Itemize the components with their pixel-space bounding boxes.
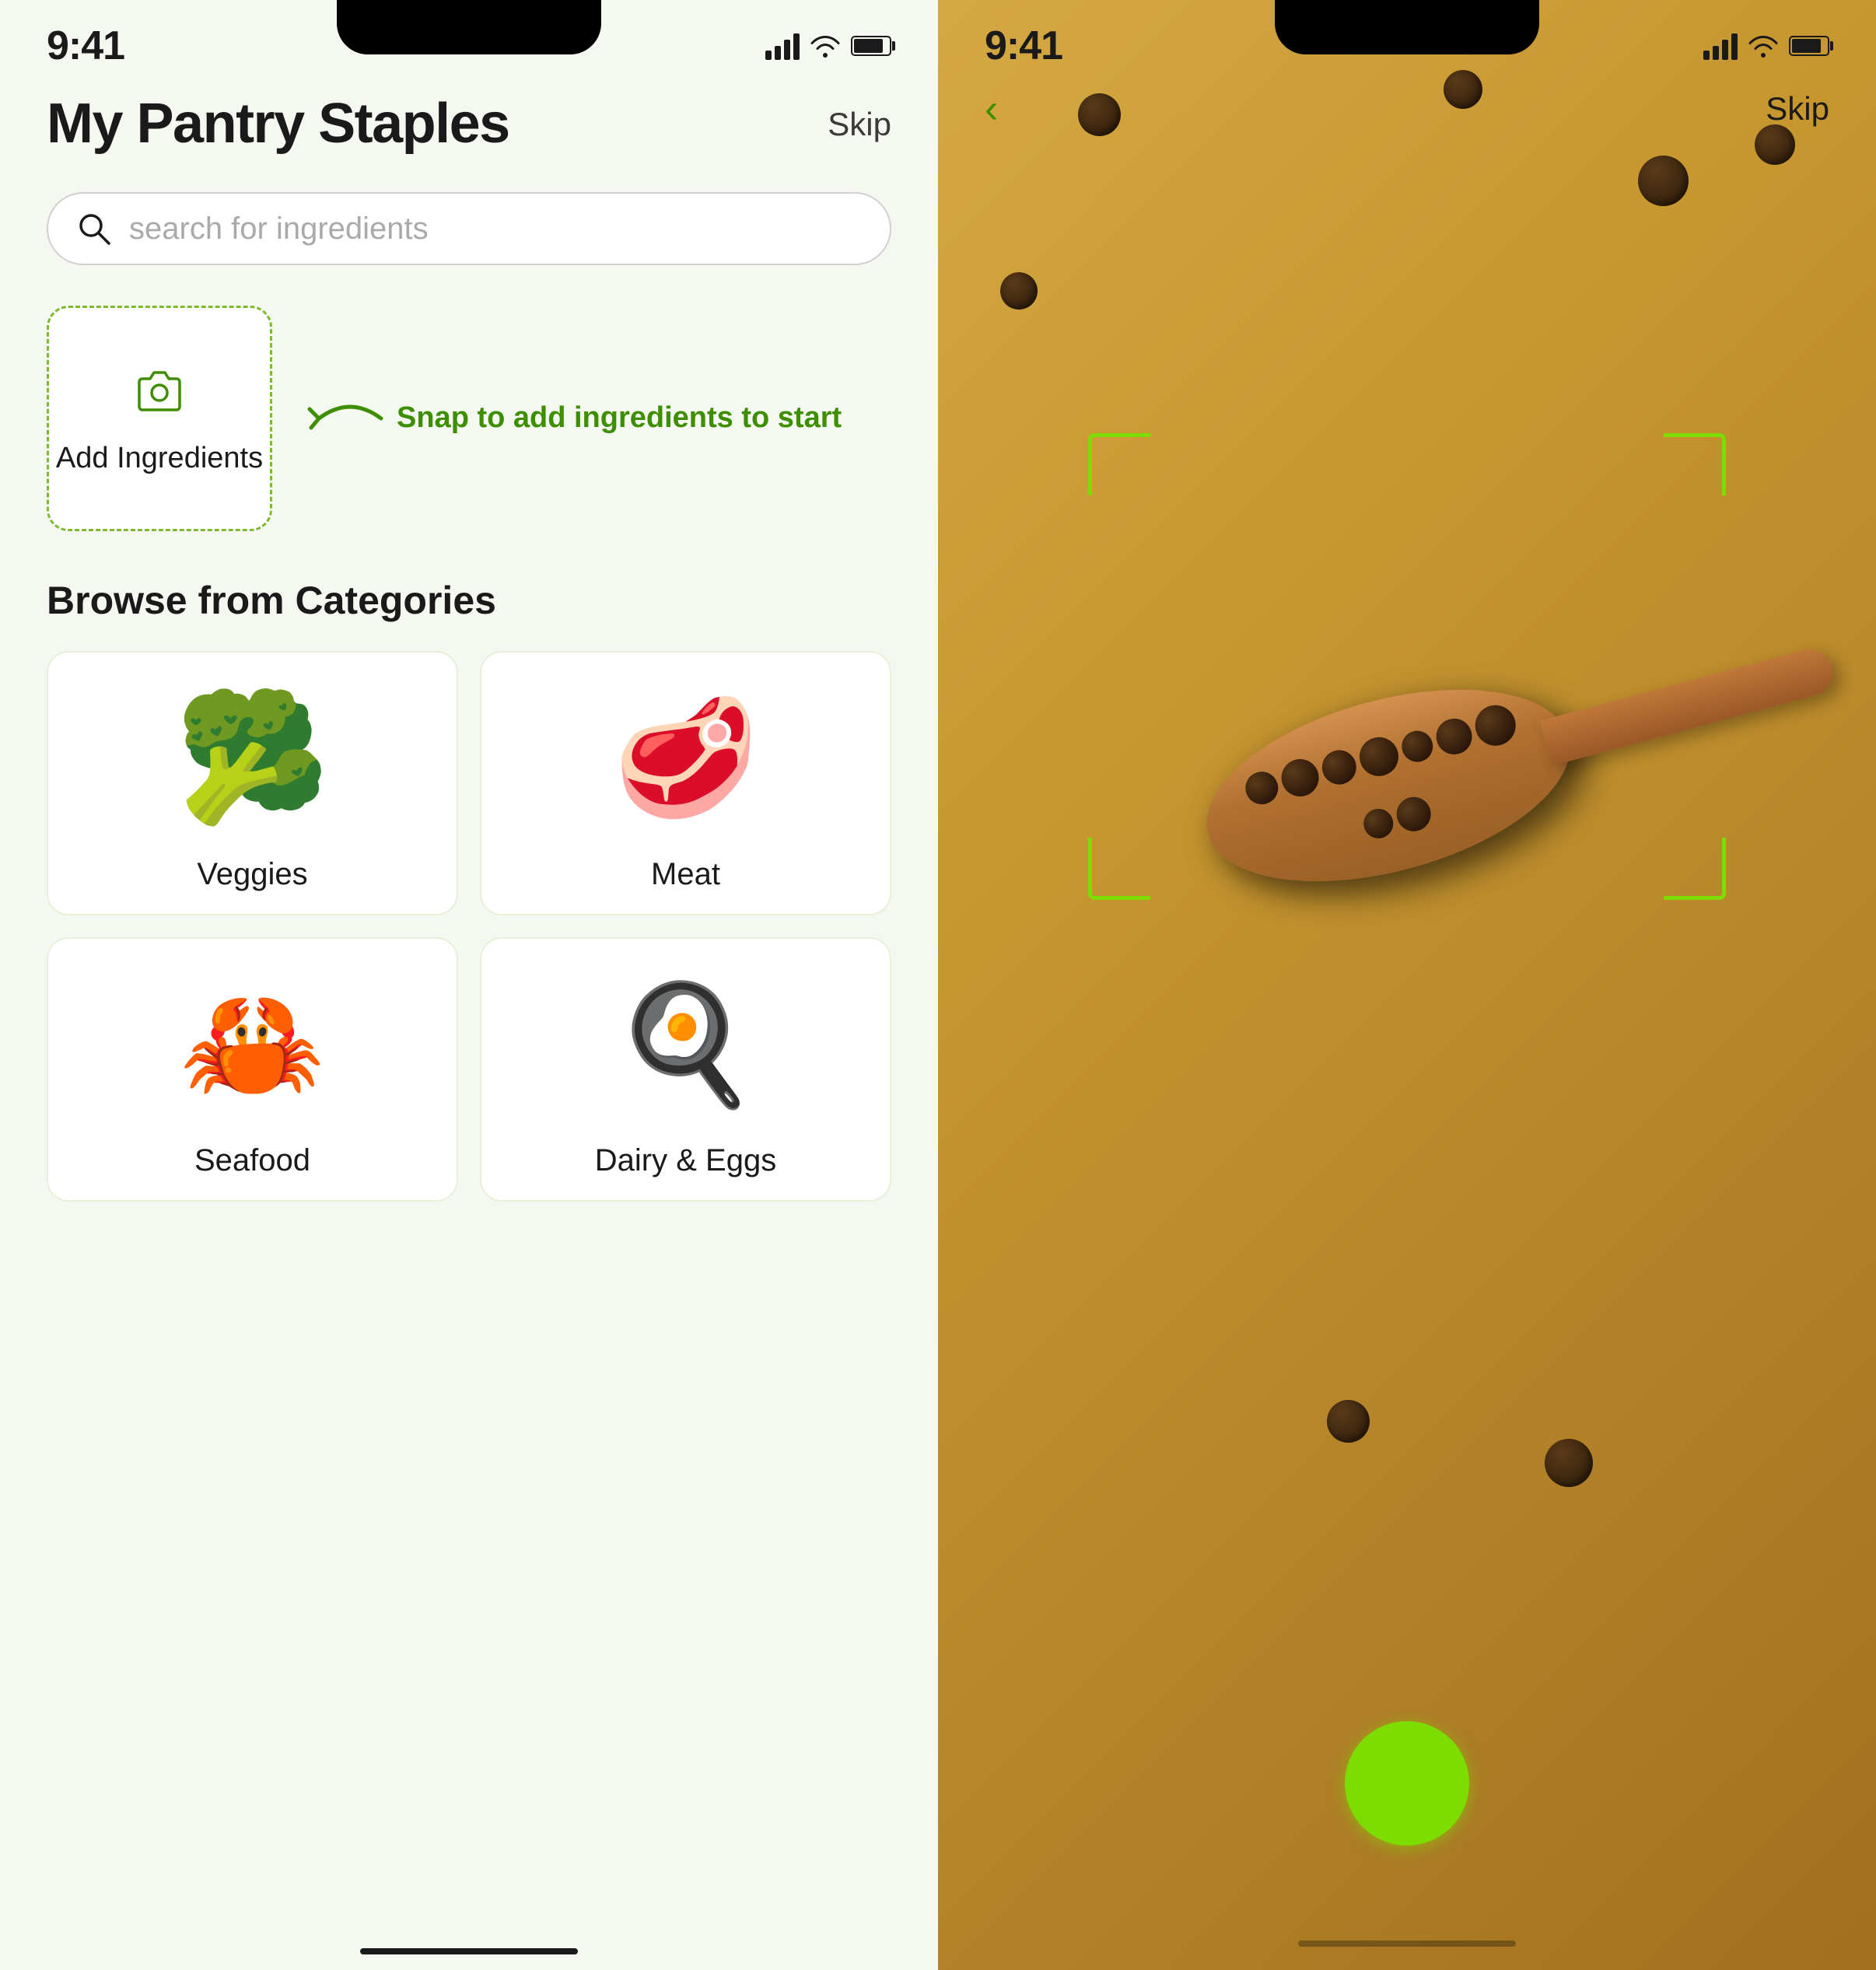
category-label-veggies: Veggies [197, 857, 307, 892]
viewfinder [1088, 433, 1726, 900]
category-veggies[interactable]: 🥦 Veggies [47, 651, 458, 915]
skip-button[interactable]: Skip [828, 106, 891, 143]
pepper-4 [1000, 272, 1038, 310]
left-content: My Pantry Staples Skip search for ingred… [0, 70, 938, 1933]
status-icons-left [765, 32, 891, 60]
right-nav: ‹ Skip [938, 70, 1876, 148]
notch-left [337, 0, 601, 54]
right-phone: 9:41 ‹ Skip [938, 0, 1876, 1970]
left-phone: 9:41 My Pantry Staples Skip [0, 0, 938, 1970]
veggies-icon: 🥦 [175, 671, 330, 843]
browse-section: Browse from Categories 🥦 Veggies 🥩 Meat [47, 578, 891, 1202]
category-label-seafood: Seafood [194, 1143, 310, 1178]
page-title: My Pantry Staples [47, 93, 509, 155]
wifi-icon-right [1748, 34, 1778, 58]
wifi-icon [810, 34, 840, 58]
viewfinder-corner-br [1664, 838, 1726, 900]
category-meat[interactable]: 🥩 Meat [480, 651, 891, 915]
notch-right [1275, 0, 1539, 54]
snap-text: Snap to add ingredients to start [397, 399, 842, 437]
time-right: 9:41 [985, 23, 1062, 69]
category-dairy[interactable]: 🍳 Dairy & Eggs [480, 937, 891, 1202]
viewfinder-corner-bl [1088, 838, 1150, 900]
status-icons-right [1703, 32, 1829, 60]
home-indicator-left [360, 1948, 578, 1954]
browse-title: Browse from Categories [47, 578, 891, 623]
camera-icon [128, 362, 191, 428]
categories-grid: 🥦 Veggies 🥩 Meat 🦀 Seafood [47, 651, 891, 1202]
category-label-meat: Meat [651, 857, 720, 892]
search-icon [76, 211, 112, 247]
add-ingredients-card[interactable]: Add Ingredients [47, 306, 272, 531]
signal-icon [765, 32, 800, 60]
viewfinder-corner-tl [1088, 433, 1150, 495]
home-indicator-right [1298, 1940, 1516, 1947]
pepper-7 [1545, 1439, 1593, 1487]
right-skip-button[interactable]: Skip [1766, 90, 1829, 128]
search-bar[interactable]: search for ingredients [47, 192, 891, 265]
battery-icon-right [1789, 36, 1829, 56]
dairy-icon: 🍳 [613, 957, 758, 1129]
pepper-6 [1327, 1400, 1370, 1443]
category-label-dairy: Dairy & Eggs [595, 1143, 776, 1178]
add-ingredients-label: Add Ingredients [56, 442, 263, 475]
meat-icon: 🥩 [613, 671, 758, 843]
capture-button[interactable] [1345, 1721, 1469, 1846]
signal-icon-right [1703, 32, 1738, 60]
search-placeholder: search for ingredients [129, 212, 429, 247]
camera-background [938, 0, 1876, 1970]
snap-arrow-icon [296, 387, 389, 450]
time-left: 9:41 [47, 23, 124, 69]
viewfinder-corner-tr [1664, 433, 1726, 495]
snap-hint: Snap to add ingredients to start [296, 387, 842, 450]
battery-icon [851, 36, 891, 56]
add-ingredients-section: Add Ingredients Snap to add ingredients … [47, 306, 891, 531]
page-header: My Pantry Staples Skip [47, 93, 891, 155]
pepper-3 [1638, 156, 1689, 206]
seafood-icon: 🦀 [180, 957, 325, 1129]
back-button[interactable]: ‹ [985, 86, 998, 132]
category-seafood[interactable]: 🦀 Seafood [47, 937, 458, 1202]
